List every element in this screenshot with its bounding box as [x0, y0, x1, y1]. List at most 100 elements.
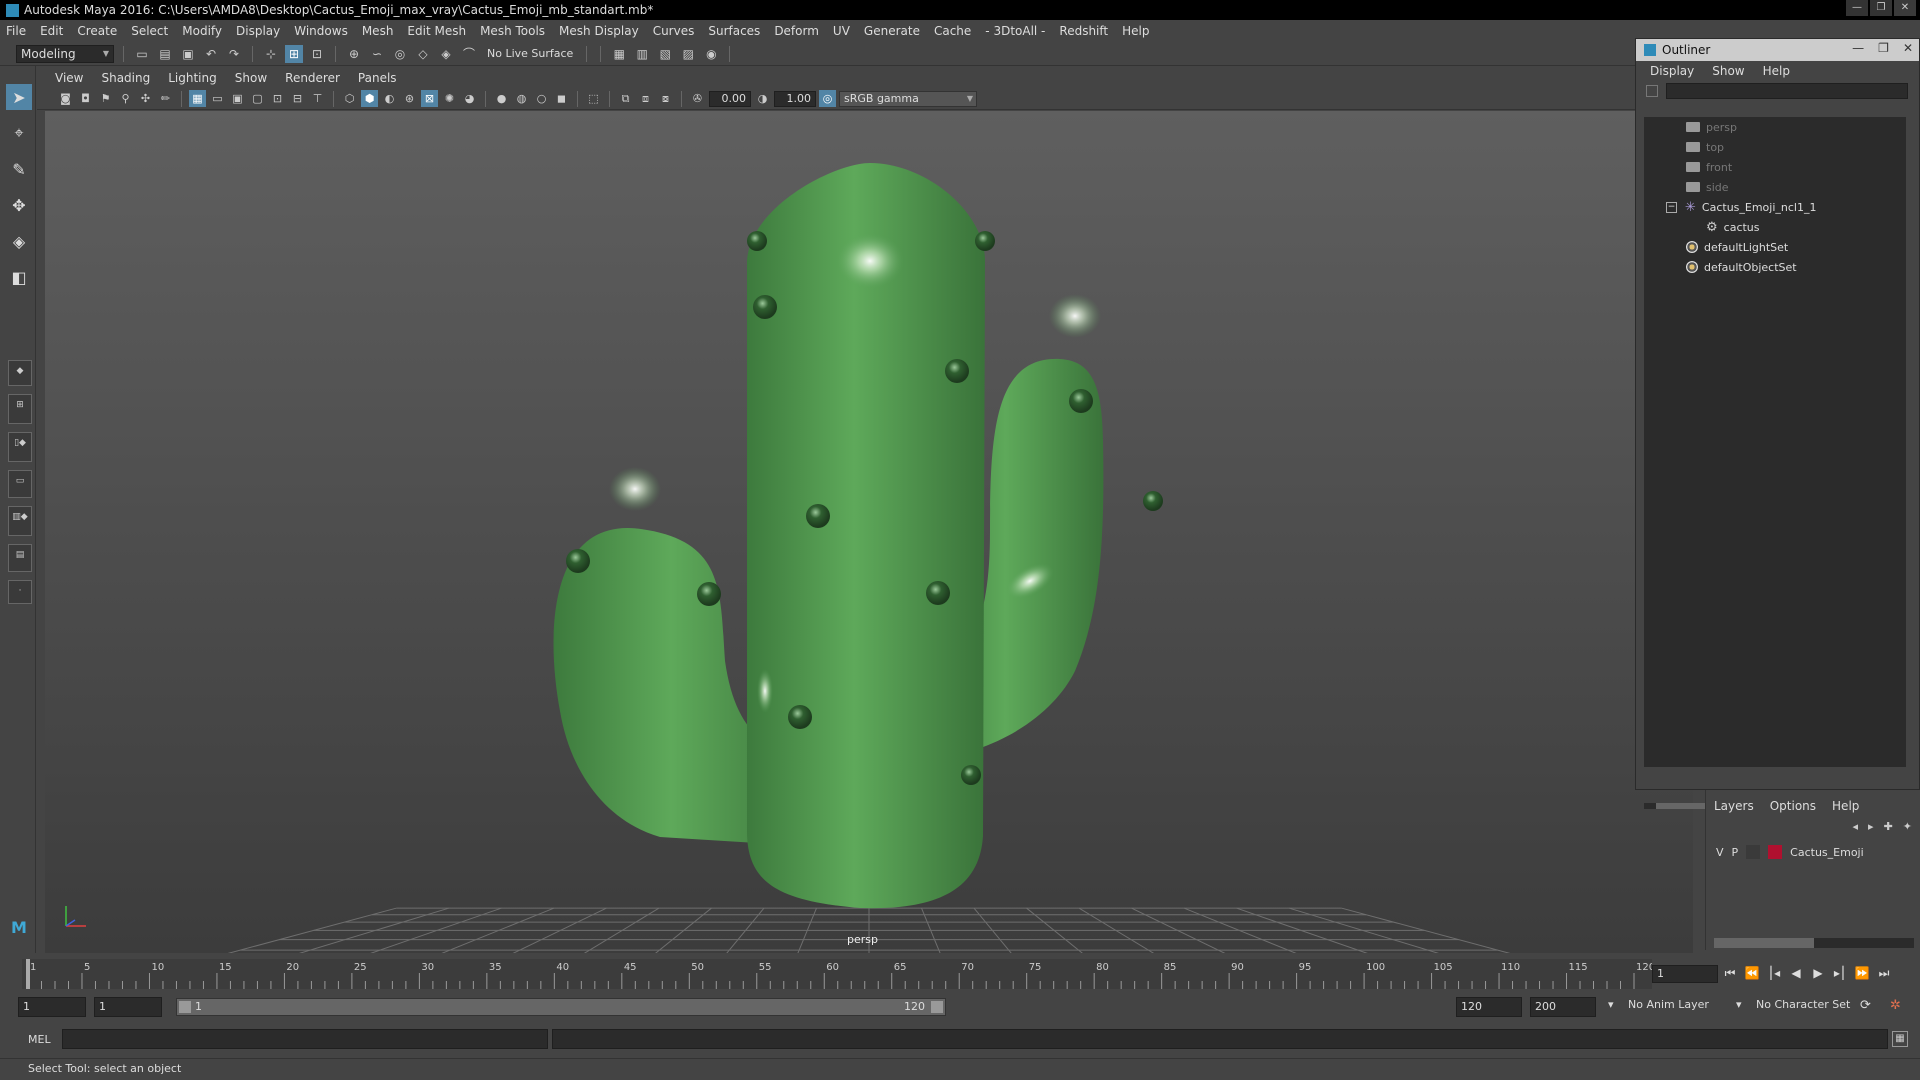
anim-layer-dropdown-icon[interactable]: ▾ — [1608, 998, 1614, 1011]
hypershade-icon[interactable]: ◉ — [702, 45, 720, 63]
layer-color-swatch[interactable] — [1768, 845, 1783, 859]
current-time-marker[interactable] — [26, 959, 30, 989]
menu-redshift[interactable]: Redshift — [1059, 24, 1108, 38]
shadows-icon[interactable]: ◕ — [461, 90, 478, 107]
grid-toggle-icon[interactable]: ▦ — [189, 90, 206, 107]
animation-end-field[interactable]: 200 — [1530, 997, 1596, 1017]
minimize-icon[interactable]: — — [1846, 0, 1868, 16]
layer-menu-help[interactable]: Help — [1832, 799, 1859, 813]
viewport-menu-shading[interactable]: Shading — [101, 71, 150, 85]
field-chart-icon[interactable]: ⊡ — [269, 90, 286, 107]
menu-edit-mesh[interactable]: Edit Mesh — [407, 24, 466, 38]
outliner-item-cactus[interactable]: ⚙ cactus — [1644, 217, 1906, 237]
playback-end-field[interactable]: 120 — [1456, 997, 1522, 1017]
collapse-icon[interactable]: − — [1666, 201, 1677, 213]
menu-generate[interactable]: Generate — [864, 24, 920, 38]
snap-grid-icon[interactable]: ⊕ — [345, 45, 363, 63]
outliner-item-persp[interactable]: persp — [1644, 117, 1906, 137]
layout-options-icon[interactable]: · — [8, 580, 32, 604]
outliner-menu-display[interactable]: Display — [1650, 64, 1694, 78]
safe-title-icon[interactable]: ⊤ — [309, 90, 326, 107]
menu-help[interactable]: Help — [1122, 24, 1149, 38]
outliner-minimize-icon[interactable]: — — [1852, 41, 1864, 55]
range-end-handle[interactable] — [931, 1001, 943, 1013]
bookmark-icon[interactable]: ⚑ — [97, 90, 114, 107]
layer-playback-toggle[interactable]: P — [1732, 846, 1739, 859]
color-management-icon[interactable]: ◎ — [819, 90, 836, 107]
outliner-item-side[interactable]: side — [1644, 177, 1906, 197]
menu-edit[interactable]: Edit — [40, 24, 63, 38]
viewport-menu-renderer[interactable]: Renderer — [285, 71, 340, 85]
range-start-handle[interactable] — [179, 1001, 191, 1013]
undo-icon[interactable]: ↶ — [202, 45, 220, 63]
save-scene-icon[interactable]: ▣ — [179, 45, 197, 63]
close-icon[interactable]: ✕ — [1894, 0, 1916, 16]
xray-icon[interactable]: ⧉ — [617, 90, 634, 107]
snap-point-icon[interactable]: ◎ — [391, 45, 409, 63]
outliner-menu-show[interactable]: Show — [1712, 64, 1744, 78]
use-default-material-icon[interactable]: ◐ — [381, 90, 398, 107]
snap-surface-icon[interactable]: ◈ — [437, 45, 455, 63]
layer-display-type[interactable] — [1746, 845, 1761, 859]
viewport-menu-panels[interactable]: Panels — [358, 71, 397, 85]
move-layer-down-icon[interactable]: ▸ — [1868, 820, 1874, 833]
play-forward-icon[interactable]: ▶ — [1810, 965, 1826, 981]
outliner-search-input[interactable] — [1666, 83, 1908, 99]
layer-visibility-toggle[interactable]: V — [1716, 846, 1724, 859]
select-object-icon[interactable]: ⊞ — [285, 44, 303, 63]
script-editor-icon[interactable]: ▦ — [1892, 1031, 1908, 1047]
outliner-menu-help[interactable]: Help — [1763, 64, 1790, 78]
animation-start-field[interactable]: 1 — [18, 997, 86, 1017]
layer-scrollbar[interactable] — [1714, 938, 1914, 948]
filter-icon[interactable] — [1646, 85, 1658, 97]
camera-select-icon[interactable]: ◙ — [57, 90, 74, 107]
character-set-dropdown[interactable]: No Character Set — [1756, 998, 1850, 1011]
resolution-gate-icon[interactable]: ▣ — [229, 90, 246, 107]
time-slider-track[interactable]: 1 5 10 15 20 25 30 35 40 45 50 55 60 65 70 75 80 85 90 95 10… — [22, 959, 1652, 989]
layer-row[interactable]: V P Cactus_Emoji — [1710, 842, 1916, 862]
outliner-item-default-light-set[interactable]: defaultLightSet — [1644, 237, 1906, 257]
menu-select[interactable]: Select — [131, 24, 168, 38]
viewport-menu-show[interactable]: Show — [235, 71, 267, 85]
snap-live-icon[interactable]: ⌒ — [460, 45, 478, 63]
redo-icon[interactable]: ↷ — [225, 45, 243, 63]
menu-file[interactable]: File — [6, 24, 26, 38]
menu-surfaces[interactable]: Surfaces — [708, 24, 760, 38]
menu-mesh[interactable]: Mesh — [362, 24, 394, 38]
open-scene-icon[interactable]: ▤ — [156, 45, 174, 63]
menu-modify[interactable]: Modify — [182, 24, 222, 38]
script-language-toggle[interactable]: MEL — [28, 1033, 51, 1046]
isolate-select-icon[interactable]: ⬚ — [585, 90, 602, 107]
menu-mesh-tools[interactable]: Mesh Tools — [480, 24, 545, 38]
xray-components-icon[interactable]: ⧇ — [657, 90, 674, 107]
exposure-icon[interactable]: ✇ — [689, 90, 706, 107]
outliner-close-icon[interactable]: ✕ — [1903, 41, 1913, 55]
new-scene-icon[interactable]: ▭ — [133, 45, 151, 63]
command-input[interactable] — [62, 1029, 548, 1049]
depth-of-field-icon[interactable]: ◼ — [553, 90, 570, 107]
render-frame-icon[interactable]: ▥ — [633, 45, 651, 63]
perspective-viewport[interactable]: persp — [45, 111, 1693, 953]
motion-blur-icon[interactable]: ◍ — [513, 90, 530, 107]
viewport-menu-lighting[interactable]: Lighting — [168, 71, 217, 85]
gamma-field[interactable]: 1.00 — [774, 90, 816, 107]
outliner-item-cactus-group[interactable]: − ✳ Cactus_Emoji_ncl1_1 — [1644, 197, 1906, 217]
lasso-tool-icon[interactable]: ⌖ — [6, 120, 32, 146]
menu-curves[interactable]: Curves — [653, 24, 695, 38]
live-surface-field[interactable]: No Live Surface — [483, 47, 577, 60]
four-view-layout-icon[interactable]: ⊞ — [8, 394, 32, 424]
xray-joints-icon[interactable]: ⧈ — [637, 90, 654, 107]
wireframe-icon[interactable]: ⬡ — [341, 90, 358, 107]
auto-keyframe-icon[interactable]: ⟳ — [1860, 998, 1871, 1013]
cactus-mesh[interactable] — [553, 163, 1163, 909]
new-layer-selected-icon[interactable]: ✦ — [1903, 820, 1912, 833]
safe-action-icon[interactable]: ⊟ — [289, 90, 306, 107]
screen-space-ao-icon[interactable]: ● — [493, 90, 510, 107]
uv-editor-layout-icon[interactable]: ▤ — [8, 544, 32, 572]
menu-cache[interactable]: Cache — [934, 24, 971, 38]
layer-menu-layers[interactable]: Layers — [1714, 799, 1754, 813]
persp-graph-layout-icon[interactable]: ▭ — [8, 470, 32, 498]
menu-uv[interactable]: UV — [833, 24, 850, 38]
gamma-icon[interactable]: ◑ — [754, 90, 771, 107]
select-tool-icon[interactable]: ➤ — [6, 84, 32, 110]
